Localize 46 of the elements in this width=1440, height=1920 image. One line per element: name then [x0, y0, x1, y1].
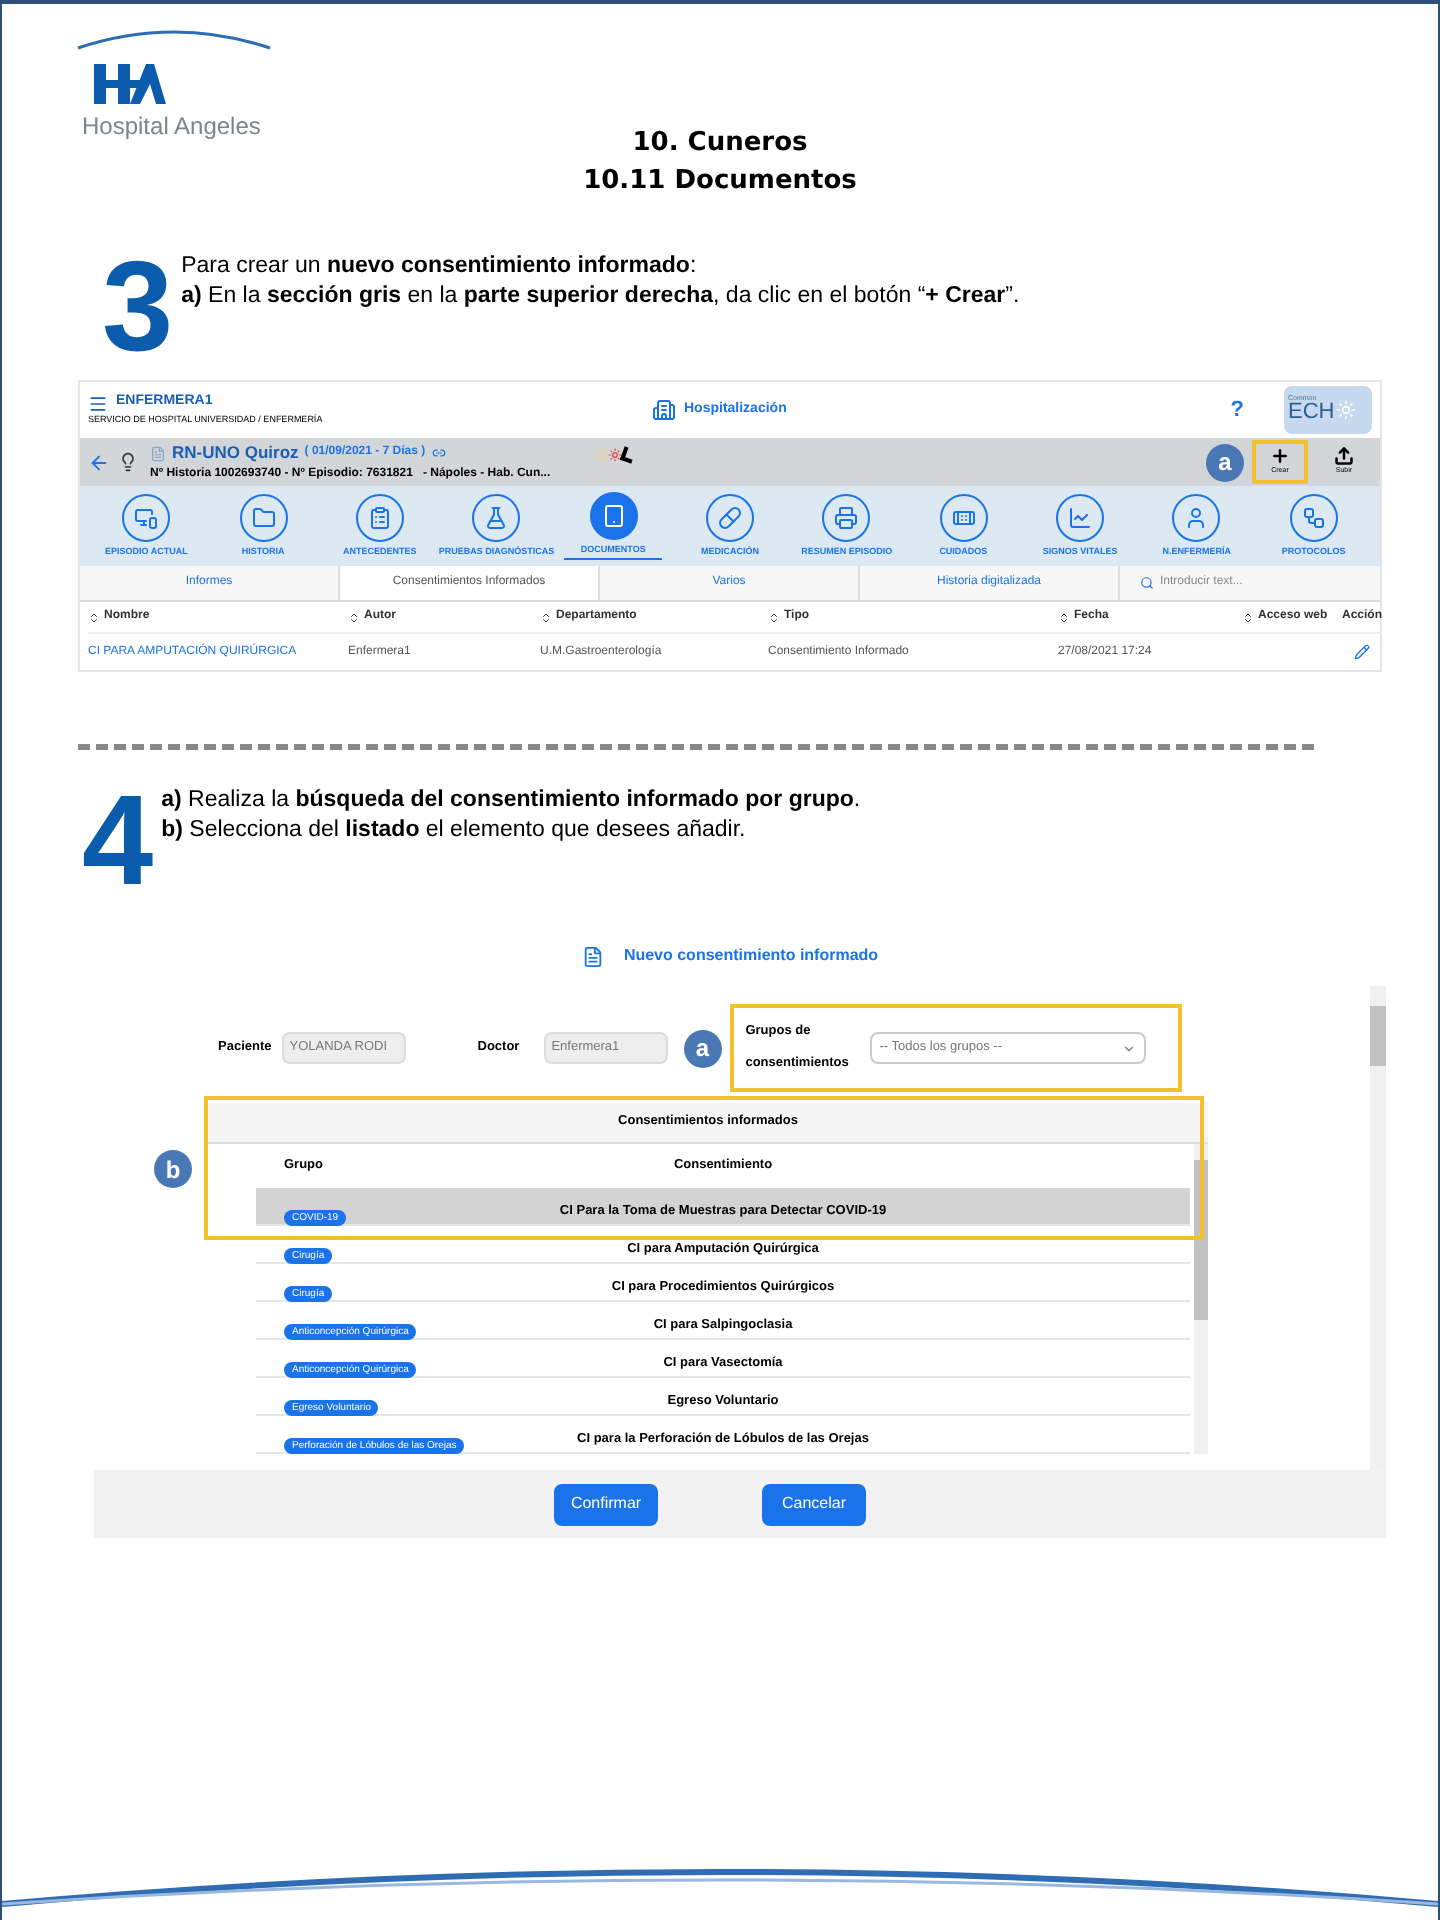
help-link[interactable]: ? [1230, 393, 1244, 427]
dialog-button[interactable]: Cancelar [762, 1483, 866, 1525]
bell-icon [594, 447, 609, 461]
instruction-text: a) Realiza la búsqueda del consentimiento informado por grupo. [161, 786, 861, 816]
callout-marker: a [1206, 443, 1244, 481]
callout-marker: b [154, 1150, 192, 1188]
person-icon [1184, 505, 1209, 530]
logo-mark-icon [94, 64, 166, 104]
flask-icon [484, 505, 509, 530]
callout-marker: a [683, 1029, 722, 1067]
printer-icon [834, 505, 859, 530]
scrollbar[interactable] [1194, 1144, 1208, 1454]
plus-icon [1270, 446, 1290, 467]
logo-arc-icon [74, 28, 274, 52]
folder-icon [251, 505, 276, 530]
step-number: 4 [82, 786, 154, 894]
line-chart-icon [1068, 505, 1093, 530]
instruction-text: b) Selecciona del listado el elemento que desees añadir. [161, 816, 748, 846]
menu-icon[interactable] [88, 393, 108, 414]
scrollbar[interactable] [1370, 986, 1386, 1470]
patient-name: RN-UNO Quiroz [172, 440, 299, 466]
page-subtitle: 10.11 Documentos [583, 164, 857, 200]
search-icon [1140, 576, 1154, 590]
document-icon [150, 445, 166, 461]
building-icon [652, 398, 676, 422]
monitor-icon [134, 505, 159, 530]
lightbulb-icon [118, 452, 138, 472]
dialog-title: Nuevo consentimiento informado [623, 944, 879, 968]
pill-icon [717, 505, 742, 530]
workflow-icon [1301, 505, 1326, 530]
step-number: 3 [102, 252, 174, 360]
dialog-button[interactable]: Confirmar [554, 1483, 658, 1525]
back-button[interactable] [88, 451, 110, 473]
logo-text: Hospital Angeles [82, 110, 263, 144]
bandage-icon [951, 505, 976, 530]
alert-icon [608, 447, 623, 461]
upload-icon [1334, 446, 1354, 467]
page-title: 10. Cuneros [632, 126, 808, 162]
clipboard-icon [367, 505, 392, 530]
link-icon[interactable] [431, 446, 446, 460]
document-icon [581, 945, 604, 967]
tablet-icon [601, 504, 626, 529]
instruction-text: Para crear un nuevo consentimiento informado: [181, 252, 699, 282]
edit-icon[interactable] [1354, 644, 1371, 660]
instruction-text: a) En la sección gris en la parte superior derecha, da clic en el botón “+ Crear”. [181, 282, 1020, 312]
chevron-down-icon [1121, 1041, 1136, 1055]
